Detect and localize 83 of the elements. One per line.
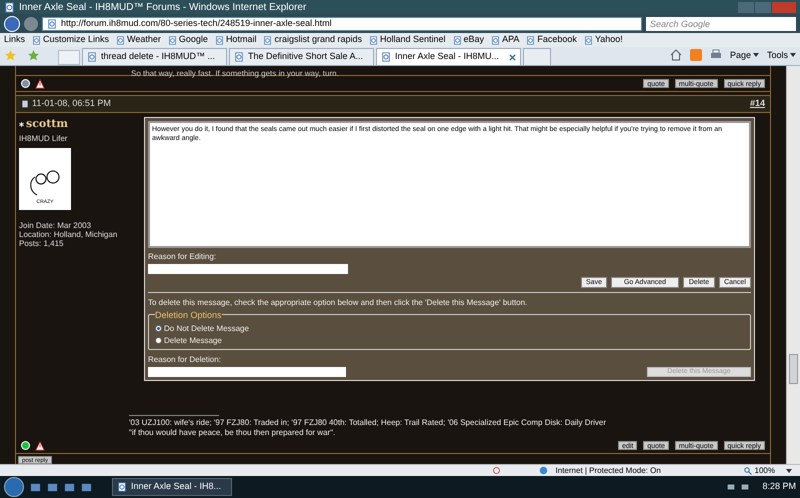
url-text: http://forum.ih8mud.com/80-series-tech/248519-inner-axle-seal.html (61, 16, 333, 30)
browser-tab[interactable]: The Definitive Short Sale A... (229, 48, 374, 65)
back-button[interactable] (4, 16, 20, 32)
offline-status-icon (21, 79, 30, 88)
clock-time: 8:28 PM (762, 480, 796, 494)
page-icon (234, 52, 244, 62)
radio-button[interactable] (155, 325, 162, 332)
field-label: Reason for Editing: (148, 251, 218, 263)
page-icon (32, 36, 42, 44)
toolbar-menu[interactable]: Page (730, 48, 759, 62)
page-icon (381, 52, 391, 62)
post-date: 11-01-08, 06:51 PM (32, 97, 111, 110)
browser-tab[interactable]: thread delete - IH8MUD™ ... (82, 48, 227, 65)
search-field[interactable]: Search Google (646, 16, 796, 30)
page-icon (263, 36, 272, 44)
page-icon (452, 36, 462, 44)
link[interactable]: Google (168, 33, 208, 47)
toolbar-menu[interactable]: Tools (766, 48, 796, 62)
link[interactable]: Hotmail (214, 33, 256, 47)
delete-hint: To delete this message, check the appropriate option below and then click the 'Delete this Message' button. (148, 297, 528, 309)
link[interactable]: Customize Links (32, 33, 110, 47)
globe-icon (538, 466, 548, 475)
reason-field[interactable] (148, 264, 348, 274)
user-title: IH8MUD Lifer (19, 132, 68, 144)
signature-text: '03 UZJ100: wife's ride; '97 FZJ80: Traded in; '97 FZJ80 40th: Totalled; Heep: Trail Rated; '06 Specialized Epic Comp Disk: Daily Driver (129, 418, 608, 428)
warning-icon (35, 440, 45, 450)
link[interactable]: Weather (116, 33, 161, 47)
asterisk-icon (19, 122, 24, 127)
link[interactable]: Yahoo! (584, 33, 623, 47)
user-detail: Join Date: Mar 2003 (19, 220, 92, 230)
radio-button[interactable] (155, 337, 162, 344)
option-label[interactable]: Delete Message (164, 334, 222, 346)
tab-list-button[interactable] (58, 50, 80, 65)
username-link[interactable]: scottm (26, 116, 68, 132)
window-title: Inner Axle Seal - IH8MUD™ Forums - Windows Internet Explorer (19, 0, 308, 14)
link[interactable]: Holland Sentinel (369, 33, 446, 47)
scrollbar[interactable] (786, 66, 800, 464)
page-icon (116, 36, 126, 44)
star-icon (4, 49, 17, 62)
add-favorite-icon (27, 49, 40, 62)
magnifier-icon (744, 466, 752, 474)
page-icon (168, 36, 177, 44)
link[interactable]: craigslist grand rapids (263, 33, 362, 47)
page-icon (584, 36, 593, 44)
page-icon (369, 36, 378, 44)
browser-tab[interactable]: Inner Axle Seal - IH8MU... (376, 48, 521, 65)
start-button[interactable] (4, 477, 24, 497)
reason-field[interactable] (148, 366, 346, 376)
option-label[interactable]: Do Not Delete Message (164, 322, 249, 334)
blocked-icon (492, 466, 501, 475)
links-label: Links (4, 33, 26, 46)
link[interactable]: Facebook (526, 33, 577, 47)
link[interactable]: eBay (452, 33, 484, 47)
caret-icon (752, 53, 759, 58)
post-number-prefix: # (750, 98, 755, 108)
minimize-button[interactable] (738, 2, 754, 12)
user-detail: Posts: 1,415 (19, 238, 64, 248)
forward-button[interactable] (24, 16, 38, 30)
caret-icon (790, 53, 796, 58)
zoom-button[interactable]: 100% (744, 464, 792, 476)
page-icon (526, 36, 536, 44)
taskbar-window-button[interactable]: Inner Axle Seal - IH8... (112, 478, 232, 496)
close-button[interactable] (772, 2, 796, 12)
field-label: Reason for Deletion: (148, 354, 222, 366)
group-legend: Deletion Options (155, 309, 222, 322)
close-tab-icon[interactable] (509, 54, 516, 60)
page-icon (87, 52, 97, 62)
new-tab-button[interactable] (523, 48, 551, 65)
post-icon (21, 100, 29, 108)
signature-text: "if thou would have peace, be thou then prepared for war". (129, 428, 336, 438)
user-detail: Location: Holland, Michigan (19, 230, 118, 238)
page-icon (214, 36, 224, 44)
warning-icon (35, 78, 45, 88)
post-number-link[interactable]: #14 (750, 97, 765, 111)
link[interactable]: APA (491, 33, 520, 47)
maximize-button[interactable] (755, 2, 771, 12)
page-icon (47, 18, 57, 28)
caret-icon (786, 468, 792, 472)
scrollbar-thumb[interactable] (789, 354, 798, 384)
address-field[interactable]: http://forum.ih8mud.com/80-series-tech/248519-inner-axle-seal.html (42, 16, 642, 30)
feed-icon (690, 49, 702, 62)
page-icon (491, 36, 500, 44)
status-zone: Internet | Protected Mode: On (556, 464, 662, 476)
